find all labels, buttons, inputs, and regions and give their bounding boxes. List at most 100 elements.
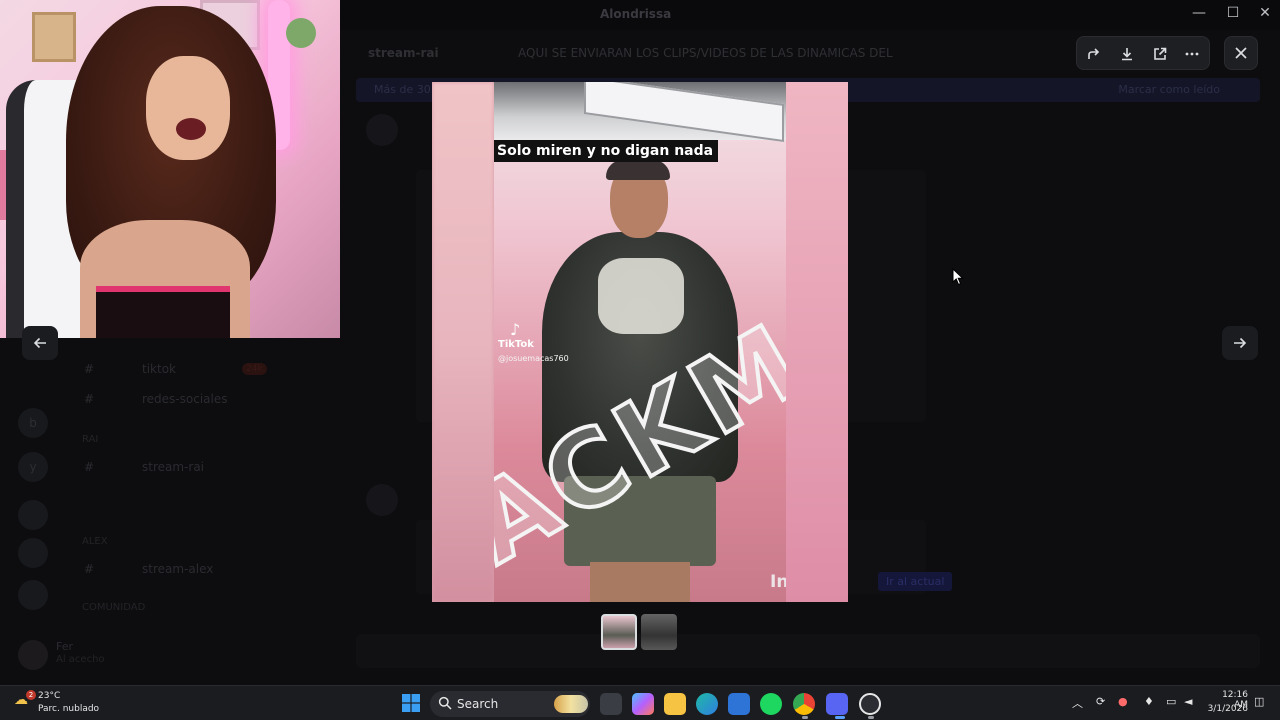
download-button[interactable] <box>1114 41 1140 67</box>
explore-icon[interactable] <box>18 580 48 610</box>
sync-icon[interactable]: ⟳ <box>1096 695 1105 708</box>
channel-label: tiktok <box>142 362 176 376</box>
window-close-button[interactable]: ✕ <box>1250 5 1280 21</box>
message-avatar[interactable] <box>366 484 398 516</box>
chrome-icon[interactable] <box>793 693 815 715</box>
arrow-right-icon <box>1234 337 1247 349</box>
channel-label: stream-alex <box>142 562 214 576</box>
tiktok-logo-icon: ♪ <box>510 320 521 339</box>
search-icon <box>438 696 452 710</box>
edge-icon[interactable] <box>696 693 718 715</box>
tiktok-label: TikTok <box>498 339 534 350</box>
taskbar: ☁ 2 23°C Parc. nublado Search ︿ ⟳ ● ♦ ▭ … <box>0 685 1280 720</box>
window-title: Alondrissa <box>600 7 672 21</box>
plant <box>286 18 316 48</box>
close-icon <box>1235 47 1247 59</box>
username: Fer <box>56 640 74 653</box>
mouse-cursor-icon <box>952 268 964 286</box>
copilot-icon[interactable] <box>632 693 654 715</box>
server-rail: b y <box>0 340 66 680</box>
avatar[interactable] <box>18 640 48 670</box>
unread-badge: 24k <box>242 363 267 375</box>
hash-icon: # <box>84 562 95 576</box>
hash-icon: # <box>84 362 95 376</box>
minimize-button[interactable]: — <box>1184 5 1214 21</box>
file-explorer-icon[interactable] <box>664 693 686 715</box>
thumbnail-2[interactable] <box>641 614 677 650</box>
windows-start-icon[interactable] <box>402 694 420 712</box>
video-caption: Solo miren y no digan nada <box>494 140 719 162</box>
streamer-face <box>146 56 230 160</box>
spotify-icon[interactable] <box>760 693 782 715</box>
server-icon[interactable]: y <box>18 452 48 482</box>
channel-name: stream-rai <box>368 46 439 60</box>
category-label[interactable]: COMUNIDAD <box>82 602 145 613</box>
thumbnail-1[interactable] <box>601 614 637 650</box>
task-view-icon[interactable] <box>600 693 622 715</box>
open-external-icon <box>1154 47 1167 60</box>
video-blur-right <box>786 82 848 602</box>
video-blur-left <box>432 82 494 602</box>
person-cap <box>606 160 670 180</box>
wall-frame <box>32 12 76 62</box>
user-panel: Fer Al acecho <box>0 632 346 680</box>
weather-condition[interactable]: Parc. nublado <box>38 704 99 714</box>
chevron-up-icon[interactable]: ︿ <box>1072 695 1083 711</box>
server-icon[interactable]: b <box>18 408 48 438</box>
webcam-overlay <box>0 0 340 338</box>
forward-icon <box>1088 48 1100 59</box>
running-indicator <box>868 716 874 719</box>
weather-badge: 2 <box>26 690 36 700</box>
video-frame: ACKM Solo miren y no digan nada ♪ TikTok… <box>494 82 786 602</box>
clock-date[interactable]: 3/1/2026 <box>1204 704 1248 714</box>
channel-topic: AQUI SE ENVIARAN LOS CLIPS/VIDEOS DE LAS… <box>518 46 893 60</box>
notification-icon[interactable]: ◫ <box>1254 695 1264 708</box>
app-tray-icon[interactable]: ● <box>1118 695 1128 708</box>
streamer-top <box>96 286 230 338</box>
channel-sidebar: # tiktok # redes-sociales RAI # stream-r… <box>66 340 346 640</box>
download-icon <box>1122 48 1132 61</box>
microphone-icon[interactable]: ♦ <box>1144 695 1154 708</box>
jump-to-present-button[interactable]: Ir al actual <box>878 572 953 591</box>
maximize-button[interactable]: ☐ <box>1218 5 1248 21</box>
snipping-icon[interactable] <box>859 693 881 715</box>
category-label[interactable]: RAI <box>82 434 98 445</box>
tiktok-watermark: ♪ TikTok <box>498 320 534 350</box>
active-indicator <box>835 716 845 719</box>
arrow-left-icon <box>33 337 46 349</box>
previous-media-button[interactable] <box>22 326 58 360</box>
store-icon[interactable] <box>728 693 750 715</box>
discord-icon[interactable] <box>826 693 848 715</box>
hash-icon: # <box>84 460 95 474</box>
forward-button[interactable] <box>1081 41 1107 67</box>
taskbar-search[interactable]: Search <box>430 691 590 717</box>
message-composer[interactable] <box>356 634 1260 668</box>
message-avatar[interactable] <box>366 114 398 146</box>
search-highlight-icon <box>554 695 588 713</box>
weather-temp[interactable]: 23°C <box>38 691 60 701</box>
more-button[interactable] <box>1179 41 1205 67</box>
person-legs <box>590 562 690 602</box>
more-icon <box>1185 52 1199 56</box>
inshot-watermark: InShOt <box>770 572 786 592</box>
volume-icon[interactable]: ◄ <box>1184 695 1192 708</box>
add-server-icon[interactable] <box>18 538 48 568</box>
channel-label: redes-sociales <box>142 392 228 406</box>
mark-as-read-link[interactable]: Marcar como leído <box>1118 83 1220 96</box>
media-video[interactable]: ACKM Solo miren y no digan nada ♪ TikTok… <box>432 82 848 602</box>
search-label: Search <box>457 697 499 711</box>
category-label[interactable]: ALEX <box>82 536 108 547</box>
network-icon[interactable]: ▭ <box>1166 695 1176 708</box>
viewer-toolbar <box>1076 36 1210 70</box>
streamer-mouth <box>176 118 206 140</box>
channel-label: stream-rai <box>142 460 205 474</box>
running-indicator <box>802 716 808 719</box>
thumbnail-strip <box>601 614 679 652</box>
next-media-button[interactable] <box>1222 326 1258 360</box>
hash-icon: # <box>84 392 95 406</box>
close-viewer-button[interactable] <box>1224 36 1258 70</box>
server-icon[interactable] <box>18 500 48 530</box>
hoodie-print <box>598 258 684 334</box>
open-external-button[interactable] <box>1147 41 1173 67</box>
user-status: Al acecho <box>56 654 105 665</box>
